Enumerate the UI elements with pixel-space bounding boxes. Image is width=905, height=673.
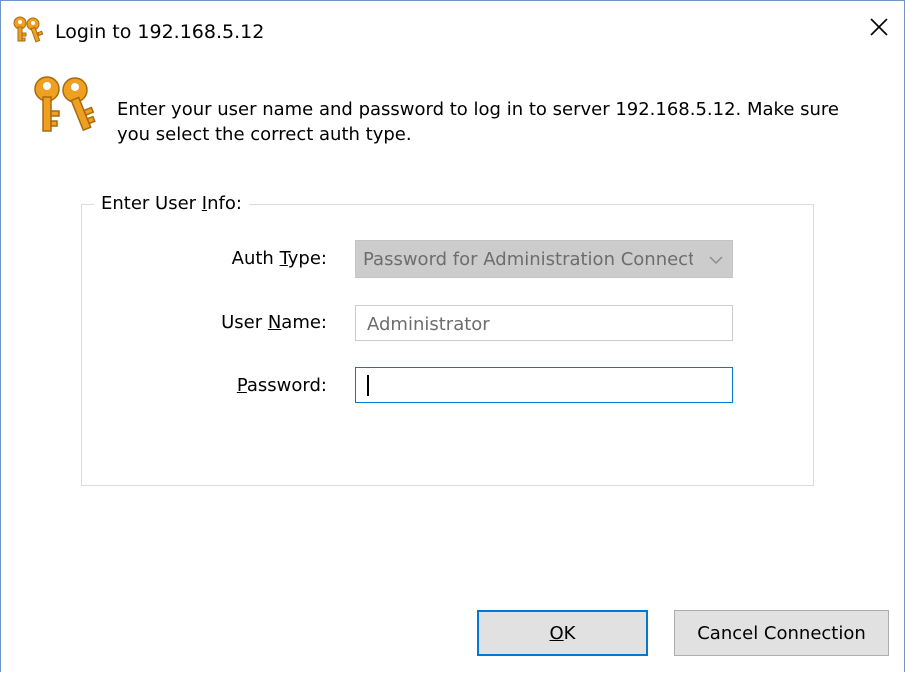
password-field[interactable] (355, 367, 733, 403)
group-label: Enter User Info: (94, 193, 249, 214)
close-icon (869, 17, 889, 41)
keys-icon (11, 15, 45, 45)
text-caret (367, 375, 369, 396)
auth-type-value: Password for Administration Connection (363, 249, 693, 270)
user-name-value: Administrator (367, 314, 490, 335)
keys-icon (29, 73, 101, 137)
auth-type-select[interactable]: Password for Administration Connection (355, 240, 733, 278)
ok-button[interactable]: OK (477, 610, 648, 656)
cancel-connection-button[interactable]: Cancel Connection (674, 610, 889, 656)
login-dialog: Login to 192.168.5.12 Enter your user na… (0, 0, 905, 672)
window-title: Login to 192.168.5.12 (55, 21, 265, 43)
user-name-label: User Name: (221, 312, 327, 333)
close-button[interactable] (854, 7, 904, 51)
chevron-down-icon (708, 252, 724, 268)
password-label: Password: (236, 375, 327, 396)
user-name-field[interactable]: Administrator (355, 305, 733, 341)
auth-type-label: Auth Type: (231, 248, 327, 269)
title-bar: Login to 192.168.5.12 (1, 1, 904, 57)
instruction-text: Enter your user name and password to log… (117, 99, 840, 145)
